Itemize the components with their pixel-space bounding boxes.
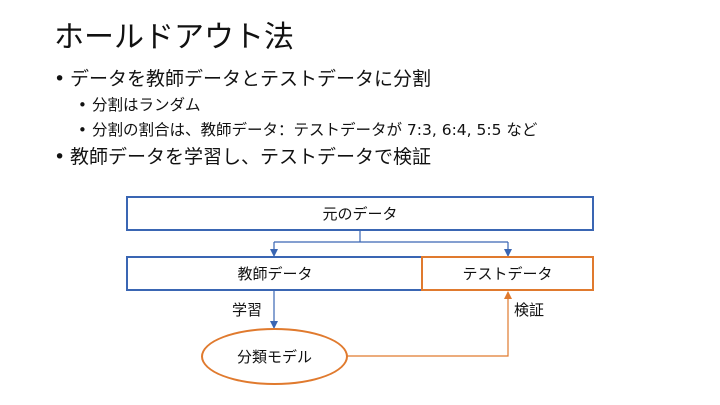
split-connector bbox=[270, 230, 512, 257]
classification-model-label: 分類モデル bbox=[236, 348, 312, 366]
verify-arrow bbox=[346, 291, 512, 357]
training-data-label: 教師データ bbox=[237, 265, 313, 283]
test-data-label: テストデータ bbox=[462, 265, 553, 283]
sub-bullet-ratio: 分割の割合は、教師データ：テストデータが 7:3, 6:4, 5:5 など bbox=[54, 119, 694, 144]
original-data-box: 元のデータ bbox=[126, 196, 594, 231]
bullet-split: データを教師データとテストデータに分割 bbox=[54, 66, 694, 94]
training-data-box: 教師データ bbox=[126, 256, 424, 291]
bullet-list: データを教師データとテストデータに分割 分割はランダム 分割の割合は、教師データ… bbox=[54, 66, 694, 172]
slide-title: ホールドアウト法 bbox=[54, 20, 294, 55]
bullet-train-verify: 教師データを学習し、テストデータで検証 bbox=[54, 144, 694, 172]
learn-label: 学習 bbox=[232, 301, 263, 319]
original-data-label: 元のデータ bbox=[322, 205, 398, 223]
classification-model-ellipse: 分類モデル bbox=[201, 328, 348, 385]
test-data-box: テストデータ bbox=[421, 256, 594, 291]
sub-bullet-random: 分割はランダム bbox=[54, 94, 694, 119]
slide: ホールドアウト法 データを教師データとテストデータに分割 分割はランダム 分割の… bbox=[0, 0, 720, 405]
verify-label: 検証 bbox=[514, 301, 545, 319]
